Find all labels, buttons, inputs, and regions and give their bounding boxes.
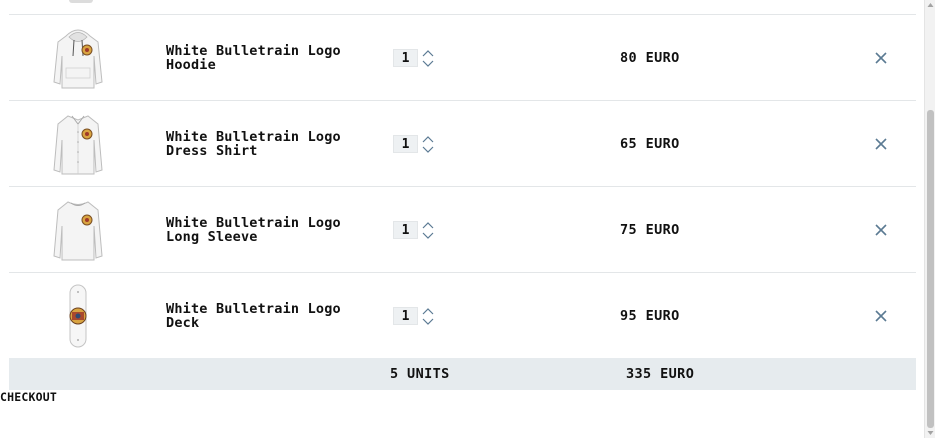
chevron-up-icon[interactable] (421, 49, 435, 58)
chevron-up-icon[interactable] (421, 135, 435, 144)
remove-item-icon[interactable] (874, 51, 888, 65)
product-price: 65 EURO (620, 136, 680, 152)
remove-item-icon[interactable] (874, 223, 888, 237)
dress-shirt-image (49, 111, 107, 177)
chevron-down-icon[interactable] (421, 145, 435, 154)
quantity-stepper[interactable] (421, 307, 435, 327)
quantity-value[interactable]: 1 (393, 49, 418, 67)
scrollbar-thumb[interactable] (927, 110, 934, 428)
chevron-down-icon[interactable] (421, 59, 435, 68)
product-price: 80 EURO (620, 50, 680, 66)
remove-item-icon[interactable] (874, 137, 888, 151)
cart-totals-bar: 5 UNITS 335 EURO (9, 358, 916, 390)
scroll-up-arrow-icon[interactable] (926, 1, 935, 9)
product-name: White Bulletrain Logo Hoodie (166, 43, 341, 73)
cart-list: White Bulletrain Logo Hoodie 1 80 EURO W… (9, 0, 916, 359)
product-image-partial (69, 0, 93, 3)
remove-item-icon[interactable] (874, 309, 888, 323)
product-name: White Bulletrain Logo Deck (166, 301, 341, 331)
product-name: White Bulletrain Logo Dress Shirt (166, 129, 341, 159)
chevron-down-icon[interactable] (421, 317, 435, 326)
quantity-stepper[interactable] (421, 221, 435, 241)
chevron-up-icon[interactable] (421, 221, 435, 230)
cart-item-row: White Bulletrain Logo Dress Shirt 1 65 E… (9, 101, 916, 187)
cart-item-row: White Bulletrain Logo Deck 1 95 EURO (9, 273, 916, 359)
quantity-value[interactable]: 1 (393, 135, 418, 153)
quantity-stepper[interactable] (421, 49, 435, 69)
product-price: 95 EURO (620, 308, 680, 324)
scroll-down-arrow-icon[interactable] (926, 429, 935, 437)
quantity-stepper[interactable] (421, 135, 435, 155)
checkout-button[interactable]: CHECKOUT (0, 390, 57, 404)
vertical-scrollbar[interactable] (924, 0, 935, 438)
cart-row-partial (9, 0, 916, 15)
cart-item-row: White Bulletrain Logo Long Sleeve 1 75 E… (9, 187, 916, 273)
product-price: 75 EURO (620, 222, 680, 238)
quantity-value[interactable]: 1 (393, 307, 418, 325)
long-sleeve-image (49, 197, 107, 263)
chevron-down-icon[interactable] (421, 231, 435, 240)
total-price: 335 EURO (626, 366, 695, 382)
quantity-value[interactable]: 1 (393, 221, 418, 239)
product-name: White Bulletrain Logo Long Sleeve (166, 215, 341, 245)
chevron-up-icon[interactable] (421, 307, 435, 316)
hoodie-image (49, 25, 107, 91)
cart-item-row: White Bulletrain Logo Hoodie 1 80 EURO (9, 15, 916, 101)
skate-deck-image (49, 283, 107, 349)
total-units: 5 UNITS (390, 366, 450, 382)
